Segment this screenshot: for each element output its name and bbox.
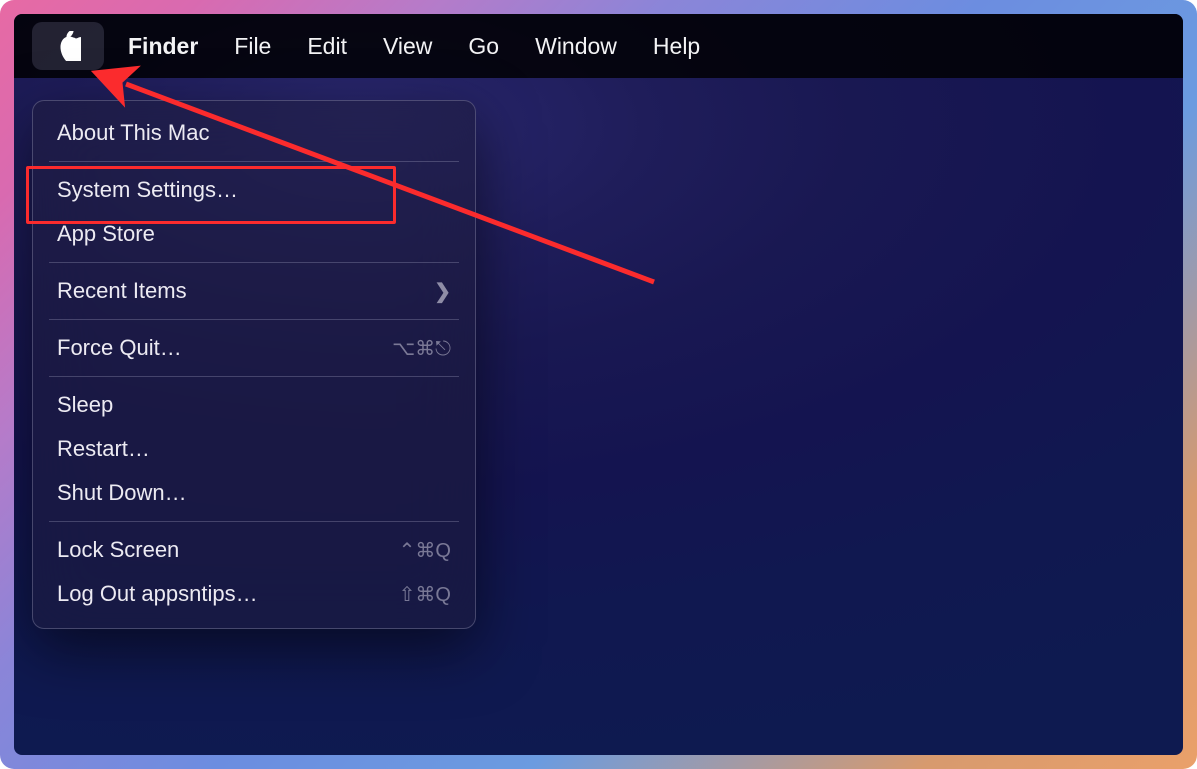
apple-menu-button[interactable] <box>32 22 104 70</box>
menu-divider <box>49 262 459 263</box>
menu-item-label: About This Mac <box>57 120 209 146</box>
menu-divider <box>49 319 459 320</box>
chevron-right-icon: ❯ <box>434 279 451 304</box>
menubar-item-edit[interactable]: Edit <box>289 14 365 78</box>
menu-divider <box>49 521 459 522</box>
menu-item-about-this-mac[interactable]: About This Mac <box>43 111 465 155</box>
menu-divider <box>49 161 459 162</box>
menu-item-log-out[interactable]: Log Out appsntips… ⇧⌘Q <box>43 572 465 616</box>
menubar-item-help[interactable]: Help <box>635 14 718 78</box>
menu-item-label: Lock Screen <box>57 537 179 563</box>
apple-logo-icon <box>55 31 81 61</box>
menu-divider <box>49 376 459 377</box>
menu-item-sleep[interactable]: Sleep <box>43 383 465 427</box>
menu-item-label: App Store <box>57 221 155 247</box>
menu-shortcut: ⇧⌘Q <box>399 582 451 607</box>
menubar-item-file[interactable]: File <box>216 14 289 78</box>
menu-shortcut: ⌥⌘⎋ <box>392 336 451 361</box>
menu-item-label: Restart… <box>57 436 150 462</box>
menu-item-force-quit[interactable]: Force Quit… ⌥⌘⎋ <box>43 326 465 370</box>
menu-item-lock-screen[interactable]: Lock Screen ⌃⌘Q <box>43 528 465 572</box>
menu-item-app-store[interactable]: App Store <box>43 212 465 256</box>
menu-item-shut-down[interactable]: Shut Down… <box>43 471 465 515</box>
menu-item-label: Recent Items <box>57 278 187 304</box>
menubar-app-name[interactable]: Finder <box>110 14 216 78</box>
apple-menu-dropdown: About This Mac System Settings… App Stor… <box>32 100 476 629</box>
menu-item-label: Shut Down… <box>57 480 187 506</box>
screenshot-frame: Finder File Edit View Go Window Help Abo… <box>0 0 1197 769</box>
menu-item-label: System Settings… <box>57 177 238 203</box>
menu-item-label: Log Out appsntips… <box>57 581 258 607</box>
menubar: Finder File Edit View Go Window Help <box>14 14 1183 78</box>
menubar-item-view[interactable]: View <box>365 14 450 78</box>
menu-item-restart[interactable]: Restart… <box>43 427 465 471</box>
desktop-screen: Finder File Edit View Go Window Help Abo… <box>14 14 1183 755</box>
menu-item-label: Force Quit… <box>57 335 182 361</box>
menu-item-label: Sleep <box>57 392 113 418</box>
menu-item-recent-items[interactable]: Recent Items ❯ <box>43 269 465 313</box>
menu-shortcut: ⌃⌘Q <box>399 538 451 563</box>
menubar-item-window[interactable]: Window <box>517 14 635 78</box>
menubar-item-go[interactable]: Go <box>450 14 517 78</box>
menu-item-system-settings[interactable]: System Settings… <box>43 168 465 212</box>
